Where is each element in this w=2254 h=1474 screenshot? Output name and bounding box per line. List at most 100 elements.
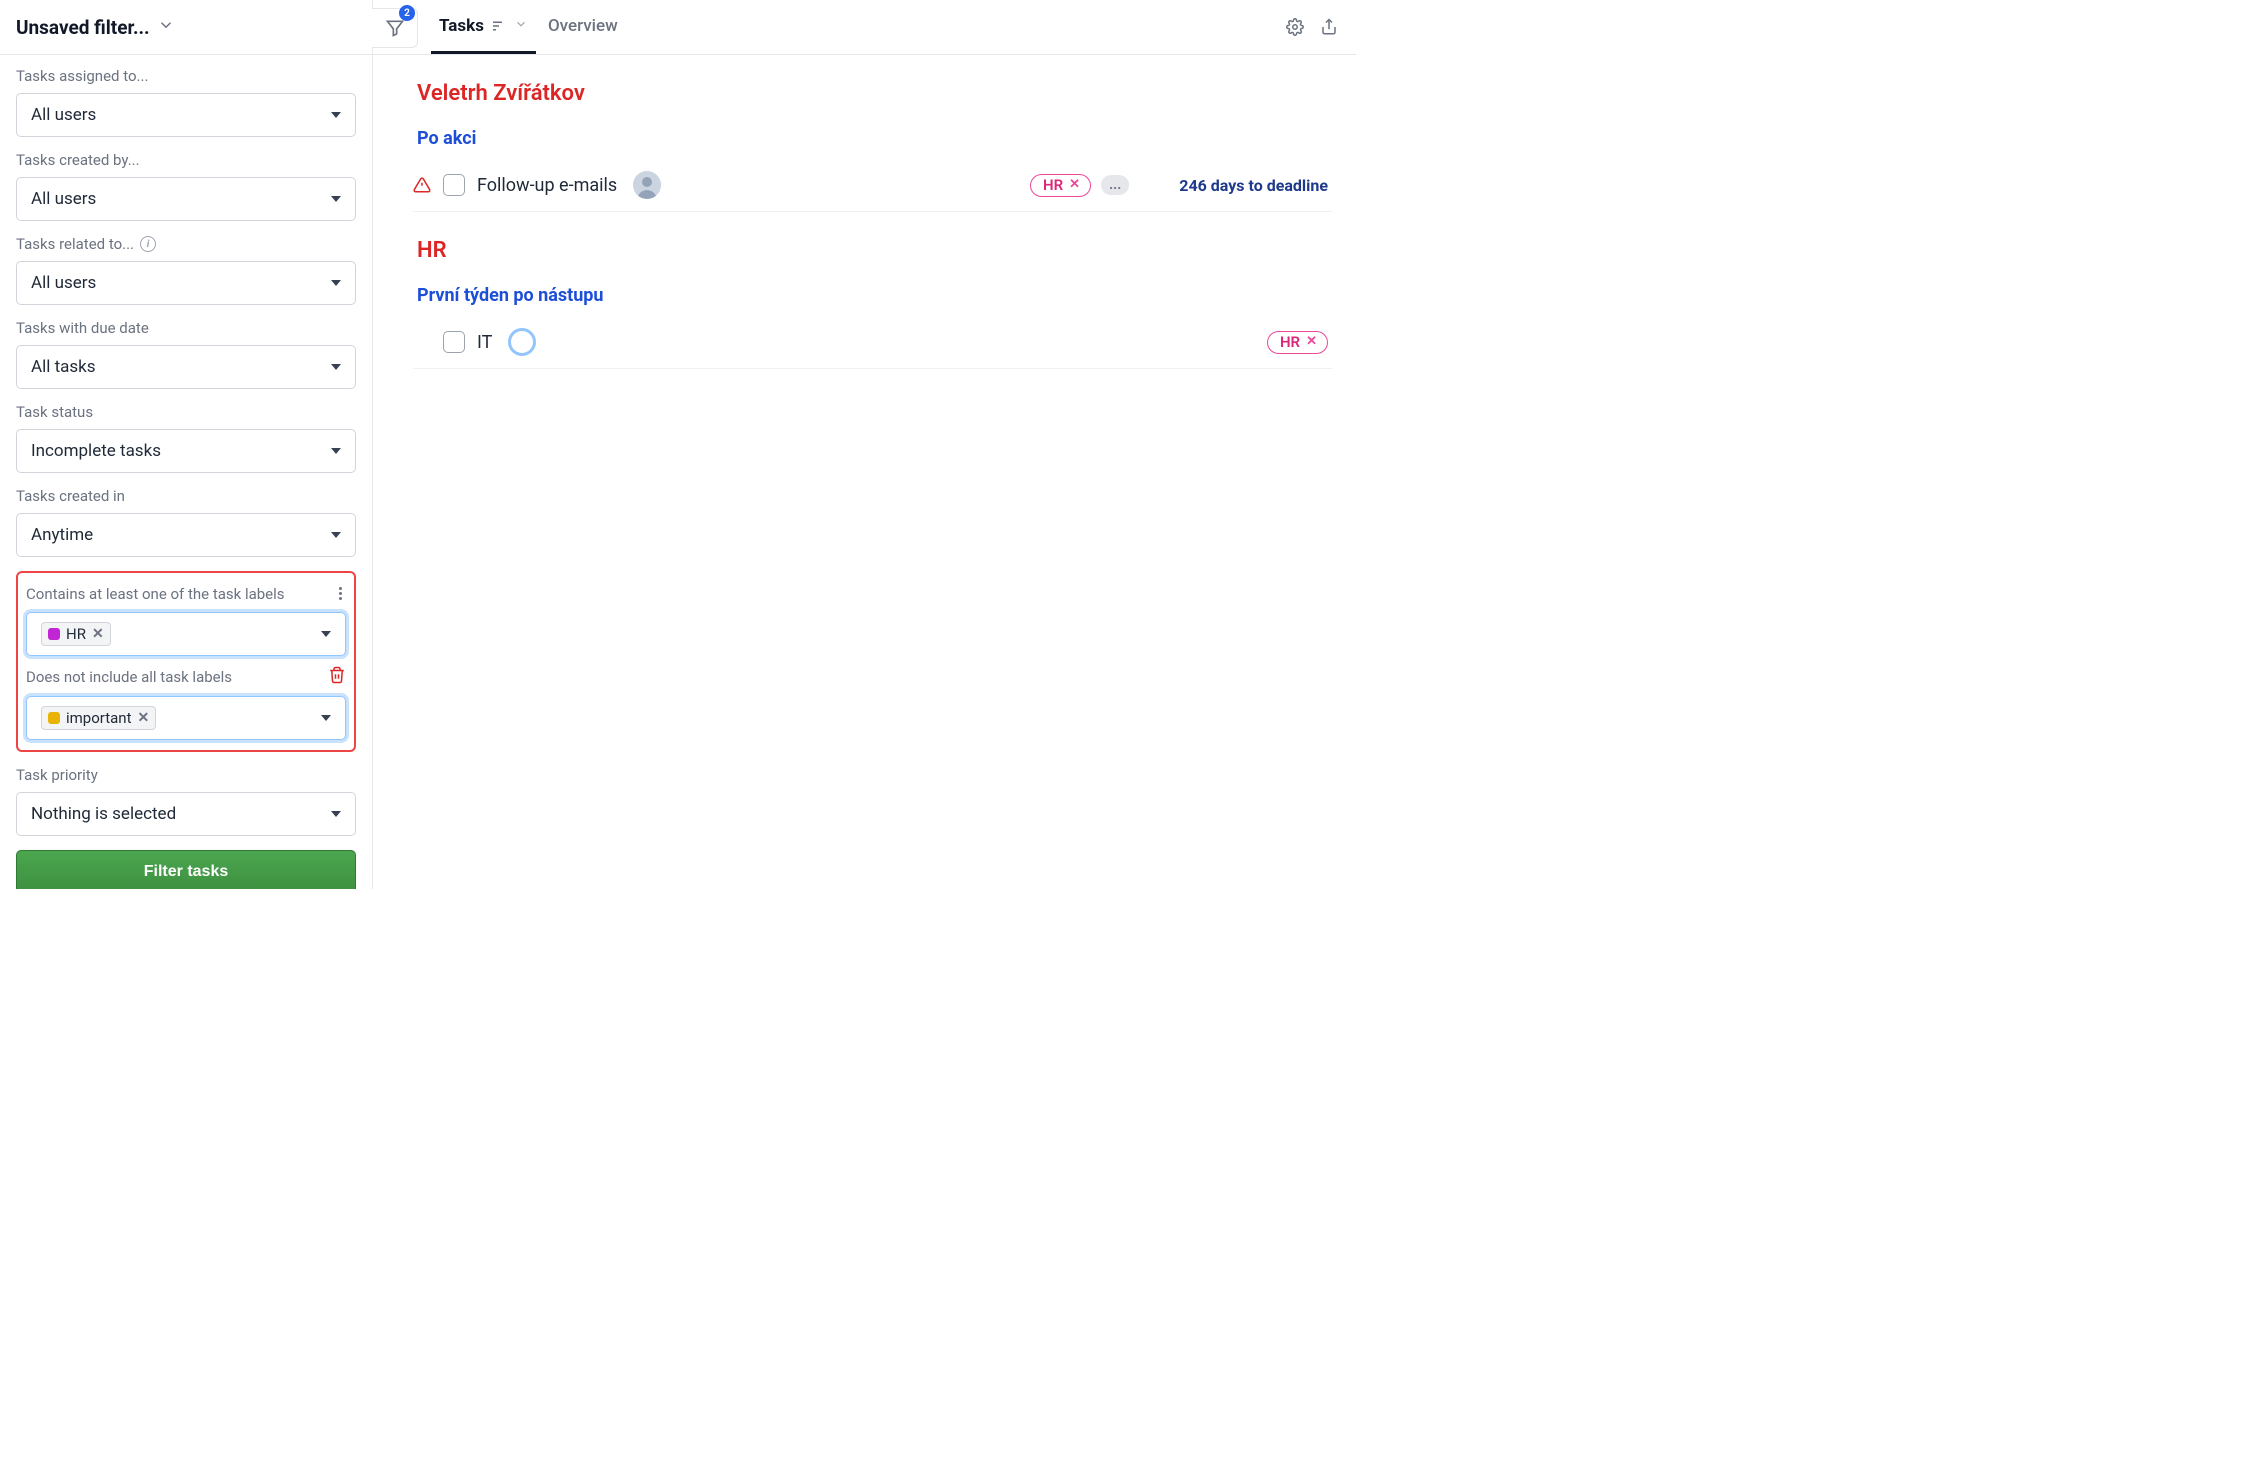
filter-created-in: Tasks created in Anytime: [16, 487, 356, 557]
section-title[interactable]: První týden po nástupu: [413, 285, 1332, 306]
trash-icon[interactable]: [328, 666, 346, 688]
chevron-down-icon: [157, 16, 175, 38]
caret-down-icon: [331, 364, 341, 370]
filter-due-date: Tasks with due date All tasks: [16, 319, 356, 389]
select-value: All users: [31, 189, 96, 209]
label-filters-highlight: Contains at least one of the task labels…: [16, 571, 356, 752]
content-area: Veletrh Zvířátkov Po akci Follow-up e-ma…: [373, 55, 1356, 889]
due-date-select[interactable]: All tasks: [16, 345, 356, 389]
created-in-select[interactable]: Anytime: [16, 513, 356, 557]
filter-label: Tasks related to... i: [16, 235, 356, 253]
select-value: All users: [31, 273, 96, 293]
task-checkbox[interactable]: [443, 174, 465, 196]
filter-related-to: Tasks related to... i All users: [16, 235, 356, 305]
filter-label: Task priority: [16, 766, 356, 784]
label-pill-hr[interactable]: HR ✕: [1030, 174, 1091, 197]
task-checkbox[interactable]: [443, 331, 465, 353]
select-value: Nothing is selected: [31, 804, 176, 824]
caret-down-icon: [331, 112, 341, 118]
deadline-text: 246 days to deadline: [1179, 176, 1328, 195]
filter-label: Contains at least one of the task labels: [26, 585, 285, 603]
pill-text: HR: [1280, 333, 1300, 351]
share-icon[interactable]: [1320, 18, 1338, 36]
filter-contains-labels: Contains at least one of the task labels…: [26, 583, 346, 656]
label-pill-hr[interactable]: HR ✕: [1267, 331, 1328, 354]
chip-list: important ✕: [41, 706, 156, 730]
sort-icon[interactable]: [490, 17, 508, 35]
chip-text: important: [66, 709, 132, 727]
sidebar-header: Unsaved filter... 2: [0, 0, 372, 55]
remove-label-icon[interactable]: ✕: [1306, 334, 1317, 349]
filter-priority: Task priority Nothing is selected: [16, 766, 356, 836]
pill-text: HR: [1043, 176, 1063, 194]
chevron-down-icon[interactable]: [514, 16, 528, 36]
select-value: Incomplete tasks: [31, 441, 161, 461]
settings-icon[interactable]: [1286, 18, 1304, 36]
chip-list: HR ✕: [41, 622, 111, 646]
project-block: HR První týden po nástupu IT HR ✕: [413, 238, 1332, 369]
caret-down-icon: [331, 811, 341, 817]
filter-tasks-button[interactable]: Filter tasks: [16, 850, 356, 889]
warning-icon: [413, 176, 431, 194]
filter-excludes-labels: Does not include all task labels importa…: [26, 666, 346, 740]
label-color-swatch: [48, 712, 60, 724]
select-value: All users: [31, 105, 96, 125]
section-title[interactable]: Po akci: [413, 128, 1332, 149]
label-chip-important: important ✕: [41, 706, 156, 730]
priority-select[interactable]: Nothing is selected: [16, 792, 356, 836]
task-row[interactable]: IT HR ✕: [413, 320, 1332, 369]
filter-sidebar: Unsaved filter... 2 Tasks assigned to...…: [0, 0, 373, 889]
filter-label: Tasks created by...: [16, 151, 356, 169]
filter-label: Does not include all task labels: [26, 668, 232, 686]
project-block: Veletrh Zvířátkov Po akci Follow-up e-ma…: [413, 81, 1332, 212]
assignee-avatar-unassigned[interactable]: [508, 328, 536, 356]
main-area: Tasks Overview Veletrh Zvířá: [373, 0, 1356, 889]
caret-down-icon: [321, 631, 331, 637]
topbar-actions: [1286, 0, 1338, 54]
filter-label: Tasks with due date: [16, 319, 356, 337]
task-row[interactable]: Follow-up e-mails HR ✕ ... 246 days to d…: [413, 163, 1332, 212]
select-value: Anytime: [31, 525, 93, 545]
remove-chip-icon[interactable]: ✕: [138, 710, 150, 726]
select-value: All tasks: [31, 357, 96, 377]
filter-title-dropdown[interactable]: Unsaved filter...: [16, 16, 175, 39]
remove-chip-icon[interactable]: ✕: [92, 626, 104, 642]
more-labels-button[interactable]: ...: [1101, 175, 1129, 195]
kebab-menu-icon[interactable]: [335, 583, 346, 604]
filter-title-text: Unsaved filter...: [16, 16, 149, 39]
status-select[interactable]: Incomplete tasks: [16, 429, 356, 473]
filter-label: Tasks created in: [16, 487, 356, 505]
related-to-select[interactable]: All users: [16, 261, 356, 305]
assigned-to-select[interactable]: All users: [16, 93, 356, 137]
topbar: Tasks Overview: [373, 0, 1356, 55]
caret-down-icon: [331, 196, 341, 202]
filter-status: Task status Incomplete tasks: [16, 403, 356, 473]
tab-bar: Tasks Overview: [379, 0, 626, 54]
task-title: IT: [477, 332, 492, 353]
caret-down-icon: [321, 715, 331, 721]
task-title: Follow-up e-mails: [477, 175, 617, 196]
caret-down-icon: [331, 280, 341, 286]
project-title[interactable]: Veletrh Zvířátkov: [413, 81, 1332, 106]
filter-created-by: Tasks created by... All users: [16, 151, 356, 221]
caret-down-icon: [331, 532, 341, 538]
label-chip-hr: HR ✕: [41, 622, 111, 646]
filter-label: Tasks assigned to...: [16, 67, 356, 85]
created-by-select[interactable]: All users: [16, 177, 356, 221]
tab-label: Overview: [548, 16, 618, 36]
sidebar-body: Tasks assigned to... All users Tasks cre…: [0, 55, 372, 889]
assignee-avatar[interactable]: [633, 171, 661, 199]
filter-label: Task status: [16, 403, 356, 421]
project-title[interactable]: HR: [413, 238, 1332, 263]
tab-overview[interactable]: Overview: [540, 0, 626, 54]
remove-label-icon[interactable]: ✕: [1069, 177, 1080, 192]
info-icon[interactable]: i: [140, 236, 156, 252]
caret-down-icon: [331, 448, 341, 454]
label-color-swatch: [48, 628, 60, 640]
excludes-labels-select[interactable]: important ✕: [26, 696, 346, 740]
contains-labels-select[interactable]: HR ✕: [26, 612, 346, 656]
chip-text: HR: [66, 625, 86, 643]
tab-tasks[interactable]: Tasks: [431, 0, 536, 54]
tab-label: Tasks: [439, 16, 484, 36]
filter-assigned-to: Tasks assigned to... All users: [16, 67, 356, 137]
